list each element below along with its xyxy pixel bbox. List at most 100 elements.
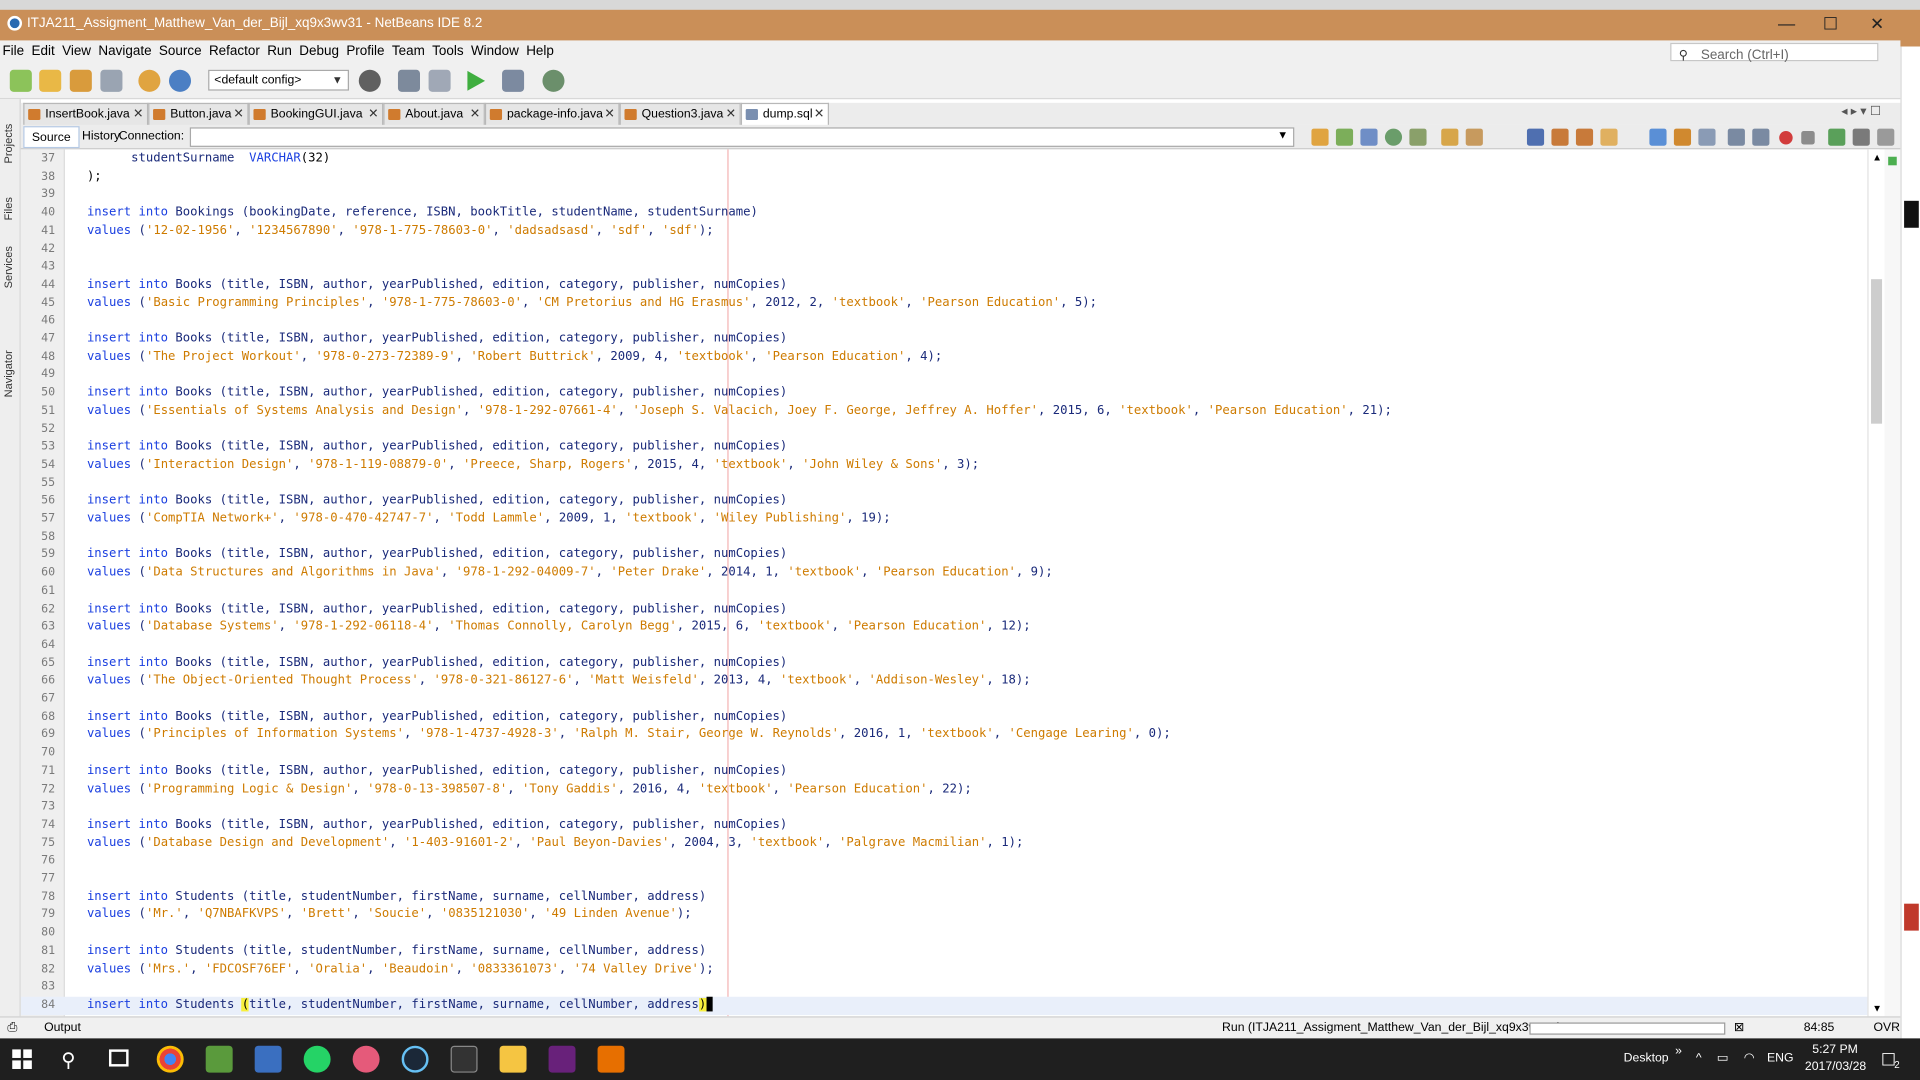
code-line[interactable]: 39 [21,187,1880,205]
menu-source[interactable]: Source [156,40,206,62]
shift-left-icon[interactable] [1727,128,1745,146]
menu-view[interactable]: View [60,40,96,62]
save-all-icon[interactable] [100,69,123,92]
clean-build-icon[interactable] [397,69,421,92]
code-line[interactable]: 70 [21,745,1880,763]
code-line[interactable]: 50 insert into Books (title, ISBN, author… [21,385,1880,403]
code-line[interactable]: 76 [21,853,1880,871]
code-line[interactable]: 45 values ('Basic Programming Principles'… [21,295,1880,313]
code-line[interactable]: 67 [21,691,1880,709]
task-view-icon[interactable] [108,1049,129,1067]
code-line[interactable]: 61 [21,583,1880,601]
close-tab-icon[interactable]: ✕ [133,104,143,125]
navigator-panel-tab[interactable]: Navigator [2,350,14,397]
scrollbar-thumb[interactable] [1871,279,1883,424]
code-line[interactable]: 62 insert into Books (title, ISBN, author… [21,601,1880,619]
run-sql-icon[interactable] [1311,128,1329,146]
code-line[interactable]: 64 [21,637,1880,655]
code-line[interactable]: 54 values ('Interaction Design', '978-1-1… [21,457,1880,475]
code-line[interactable]: 51 values ('Essentials of Systems Analysi… [21,403,1880,421]
code-line[interactable]: 79 values ('Mr.', 'Q7NBAFKVPS', 'Brett', … [21,907,1880,925]
code-line[interactable]: 59 insert into Books (title, ISBN, author… [21,547,1880,565]
code-line[interactable]: 65 insert into Books (title, ISBN, author… [21,655,1880,673]
run-icon[interactable] [467,70,486,91]
new-file-icon[interactable] [9,69,32,92]
code-line[interactable]: 81 insert into Students (title, studentNu… [21,943,1880,961]
box-app-icon[interactable] [254,1045,282,1073]
code-line[interactable]: 52 [21,421,1880,439]
search-input[interactable]: ⚲ Search (Ctrl+I) [1670,42,1879,62]
menu-team[interactable]: Team [389,40,429,62]
tab-package-info[interactable]: package-info.java ✕ [484,102,620,125]
menu-help[interactable]: Help [524,40,559,62]
code-line[interactable]: 83 [21,979,1880,997]
clean-icon[interactable] [428,69,451,92]
maximize-icon[interactable]: ☐ [1807,12,1854,34]
code-line[interactable]: 75 values ('Database Design and Developme… [21,835,1880,853]
close-tab-icon[interactable]: ✕ [604,104,614,125]
code-line[interactable]: 68 insert into Books (title, ISBN, author… [21,709,1880,727]
code-line[interactable]: 40 insert into Bookings (bookingDate, ref… [21,205,1880,223]
chrome-icon[interactable] [156,1045,184,1073]
file-explorer-icon[interactable] [499,1045,527,1073]
code-line[interactable]: 77 [21,871,1880,889]
services-panel-tab[interactable]: Services [2,246,14,288]
run-statement-icon[interactable] [1335,128,1354,146]
more-tools-icon[interactable] [1877,128,1895,146]
menu-navigate[interactable]: Navigate [96,40,157,62]
close-tab-icon[interactable]: ✕ [726,104,736,125]
wifi-icon[interactable]: ◠ [1744,1038,1755,1080]
code-line[interactable]: 60 values ('Data Structures and Algorithm… [21,565,1880,583]
steam-icon[interactable] [401,1045,429,1073]
code-line[interactable]: 78 insert into Students (title, studentNu… [21,889,1880,907]
menu-profile[interactable]: Profile [344,40,390,62]
record-macro-icon[interactable] [1779,131,1793,145]
code-line[interactable]: 58 [21,529,1880,547]
uncomment-icon[interactable] [1852,128,1870,146]
close-icon[interactable]: ✕ [1854,12,1901,34]
code-line[interactable]: 84 insert into Students (title, studentNu… [20,996,1880,1015]
code-line[interactable]: 63 values ('Database Systems', '978-1-292… [21,619,1880,637]
tab-bookinggui[interactable]: BookingGUI.java ✕ [248,102,384,125]
code-line[interactable]: 56 insert into Books (title, ISBN, author… [21,493,1880,511]
code-line[interactable]: 42 [21,241,1880,259]
explain-icon[interactable] [1360,128,1378,146]
scroll-down-icon[interactable]: ▼ [1872,1003,1882,1014]
next-bookmark-icon[interactable] [1673,128,1692,146]
code-line[interactable]: 69 values ('Principles of Information Sys… [21,727,1880,745]
code-line[interactable]: 73 [21,799,1880,817]
chevron-right-icon[interactable]: » [1675,1031,1682,1073]
tab-about[interactable]: About.java ✕ [383,102,485,125]
history-icon[interactable] [1384,128,1403,146]
debug-icon[interactable] [502,69,525,92]
tab-button[interactable]: Button.java ✕ [148,102,249,125]
scroll-up-icon[interactable]: ▲ [1872,152,1882,163]
profile-icon[interactable] [542,69,565,92]
tab-list-icon[interactable]: ◂ ▸ ▾ ☐ [1841,105,1881,118]
open-project-icon[interactable] [69,69,92,92]
tab-insertbook[interactable]: InsertBook.java ✕ [23,102,149,125]
build-icon[interactable] [358,69,381,92]
redo-icon[interactable] [168,69,192,92]
close-tab-icon[interactable]: ✕ [368,104,378,125]
menu-window[interactable]: Window [469,40,524,62]
toggle-bookmark-icon[interactable] [1698,128,1716,146]
desktop-toolbar[interactable]: Desktop [1624,1038,1669,1080]
code-line[interactable]: 82 values ('Mrs.', 'FDCOSF76EF', 'Oralia'… [21,961,1880,979]
code-line[interactable]: 57 values ('CompTIA Network+', '978-0-470… [21,511,1880,529]
code-line[interactable]: 53 insert into Books (title, ISBN, author… [21,439,1880,457]
search-icon[interactable]: ⚲ [61,1048,75,1072]
shift-right-icon[interactable] [1752,128,1770,146]
menu-file[interactable]: File [0,40,29,62]
code-line[interactable]: 41 values ('12-02-1956', '1234567890', '9… [21,223,1880,241]
find-previous-icon[interactable] [1551,128,1569,146]
start-icon[interactable] [12,1049,32,1069]
code-line[interactable]: 37 studentSurname VARCHAR(32) [21,151,1880,169]
code-line[interactable]: 71 insert into Books (title, ISBN, author… [21,763,1880,781]
close-tab-icon[interactable]: ✕ [470,104,480,125]
back-icon[interactable] [1441,128,1459,146]
config-select[interactable]: <default config> ▼ [208,69,349,91]
new-project-icon[interactable] [39,69,62,92]
find-next-icon[interactable] [1575,128,1594,146]
unity-icon[interactable] [450,1045,478,1073]
